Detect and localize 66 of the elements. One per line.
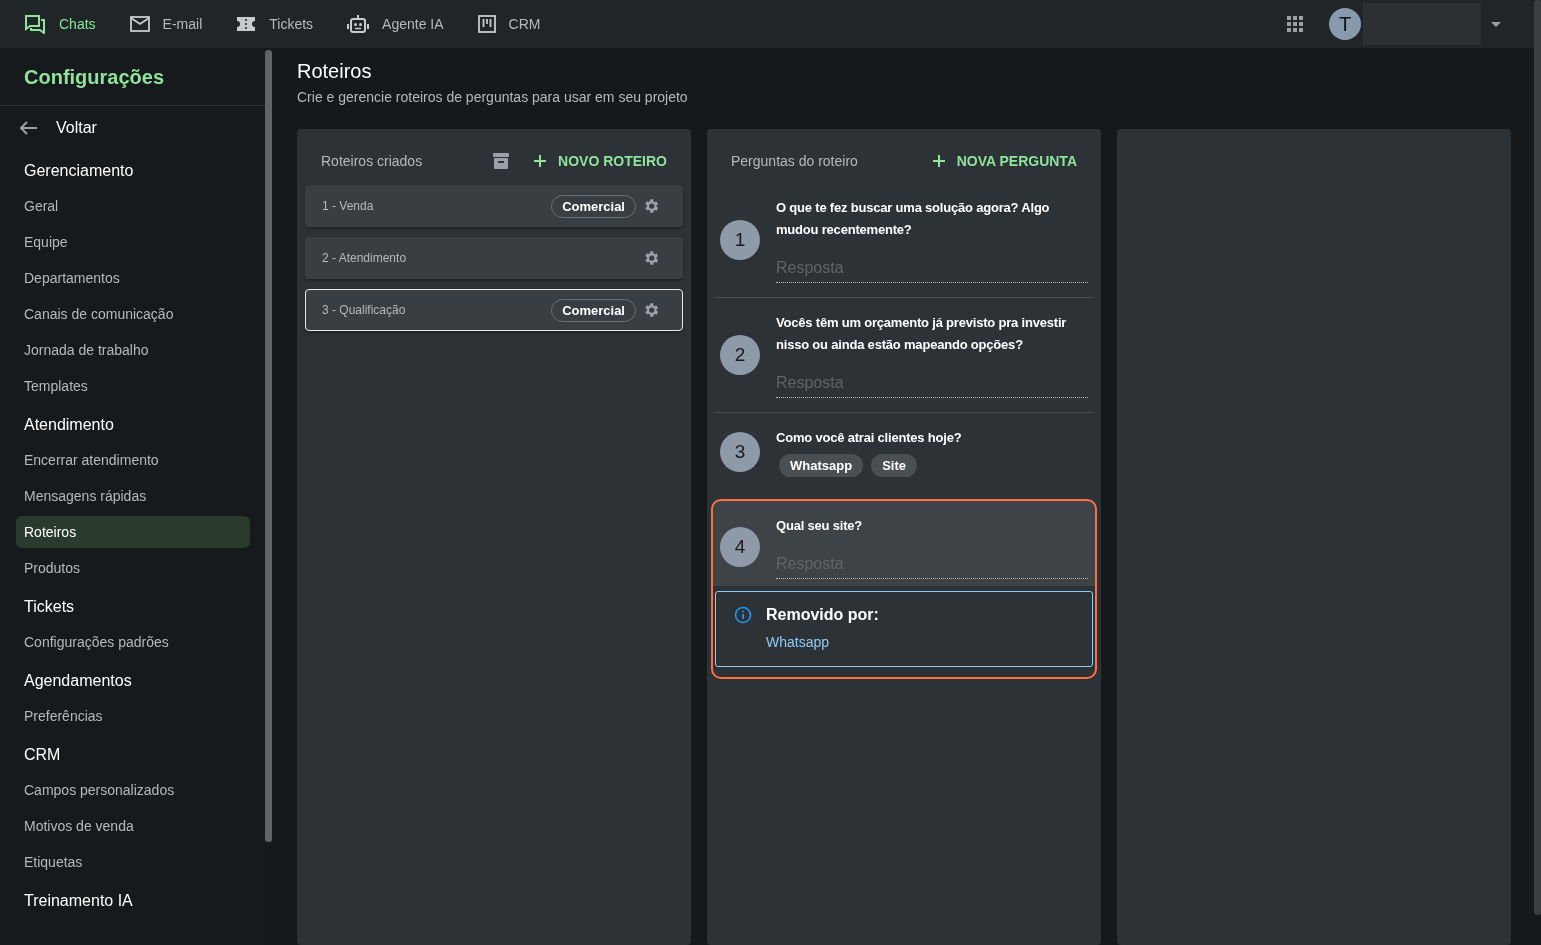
sidebar-item[interactable]: Departamentos — [16, 260, 250, 296]
section-heading: CRM — [23, 745, 62, 765]
section-heading: Atendimento — [23, 415, 115, 435]
caret-icon[interactable] — [1491, 21, 1501, 27]
sidebar-item[interactable]: Produtos — [16, 550, 250, 586]
option-chip[interactable]: Whatsapp — [779, 454, 864, 477]
ticket-icon — [236, 16, 257, 32]
question-number: 2 — [720, 335, 760, 375]
page-subtitle: Crie e gerencie roteiros de perguntas para usar em seu projeto — [297, 89, 689, 105]
sidebar-item[interactable]: Roteiros — [16, 516, 250, 548]
robot-icon — [347, 14, 370, 34]
sidebar-item[interactable]: Configurações padrões — [16, 624, 250, 660]
nav-tab[interactable]: CRM — [477, 15, 541, 33]
info-icon — [734, 606, 752, 624]
question-number: 3 — [720, 432, 760, 472]
nav-tab[interactable]: Chats — [24, 14, 96, 34]
kanban-board-icon — [477, 15, 496, 33]
sidebar-item[interactable]: Templates — [16, 368, 250, 404]
nav-tab[interactable]: E-mail — [129, 16, 203, 32]
question-number: 1 — [720, 220, 760, 260]
script-card[interactable]: 2 - Atendimento — [305, 237, 683, 279]
back-link[interactable]: Voltar — [0, 106, 117, 150]
section-heading: Treinamento IA — [23, 891, 134, 911]
panel-title: Roteiros criados — [321, 153, 424, 169]
notice-title: Removido por: — [766, 606, 879, 624]
chat-bubbles-icon — [24, 14, 46, 34]
scrollbar[interactable] — [1534, 0, 1541, 915]
archive-box-icon[interactable] — [492, 152, 511, 170]
script-name: 1 - Venda — [322, 199, 375, 213]
sidebar-item[interactable]: Equipe — [16, 224, 250, 260]
sidebar-item[interactable]: Campos personalizados — [16, 772, 250, 808]
question-text: Como você atrai clientes hoje? — [776, 429, 963, 447]
section-heading: Tickets — [23, 597, 76, 617]
question-text: Qual seu site? — [776, 517, 864, 535]
sidebar-item[interactable]: Mensagens rápidas — [16, 478, 250, 514]
panel-title: Perguntas do roteiro — [731, 153, 859, 169]
sidebar-item[interactable]: Geral — [16, 188, 250, 224]
sidebar-item[interactable]: Jornada de trabalho — [16, 332, 250, 368]
new-question-button[interactable]: NOVA PERGUNTA — [932, 153, 1077, 169]
sidebar-item[interactable]: Motivos de venda — [16, 808, 250, 844]
scrollbar[interactable] — [265, 50, 272, 842]
script-name: 3 - Qualificação — [322, 303, 407, 317]
script-card[interactable]: 1 - Venda Comercial — [305, 185, 683, 227]
arrow-left-icon — [20, 121, 38, 135]
plus-icon — [932, 155, 945, 167]
sidebar-item[interactable]: Encerrar atendimento — [16, 442, 250, 478]
sidebar-item[interactable]: Canais de comunicação — [16, 296, 250, 332]
page-title: Roteiros — [297, 60, 373, 83]
mail-icon — [129, 16, 150, 32]
question-text: O que te fez buscar uma solução agora? Algo mudou recentemente? — [776, 199, 1051, 239]
new-script-button[interactable]: NOVO ROTEIRO — [534, 153, 667, 169]
script-name: 2 - Atendimento — [322, 251, 408, 265]
question-number: 4 — [720, 527, 760, 567]
question-text: Vocês têm um orçamento já previsto pra investir nisso ou ainda estão mapeando opções? — [776, 314, 1068, 354]
section-heading: Gerenciamento — [23, 161, 135, 181]
section-heading: Agendamentos — [23, 671, 133, 691]
option-chip[interactable]: Site — [871, 454, 917, 477]
script-card[interactable]: 3 - Qualificação Comercial — [305, 289, 683, 331]
sidebar-item[interactable]: Preferências — [16, 698, 250, 734]
sidebar-item[interactable]: Etiquetas — [16, 844, 250, 880]
nav-tab[interactable]: Agente IA — [347, 14, 444, 34]
apps-grid-icon[interactable] — [1287, 16, 1303, 32]
user-avatar[interactable]: T — [1329, 8, 1361, 40]
notice-text: Whatsapp — [766, 634, 831, 650]
nav-tab[interactable]: Tickets — [236, 16, 314, 32]
plus-icon — [534, 155, 547, 167]
